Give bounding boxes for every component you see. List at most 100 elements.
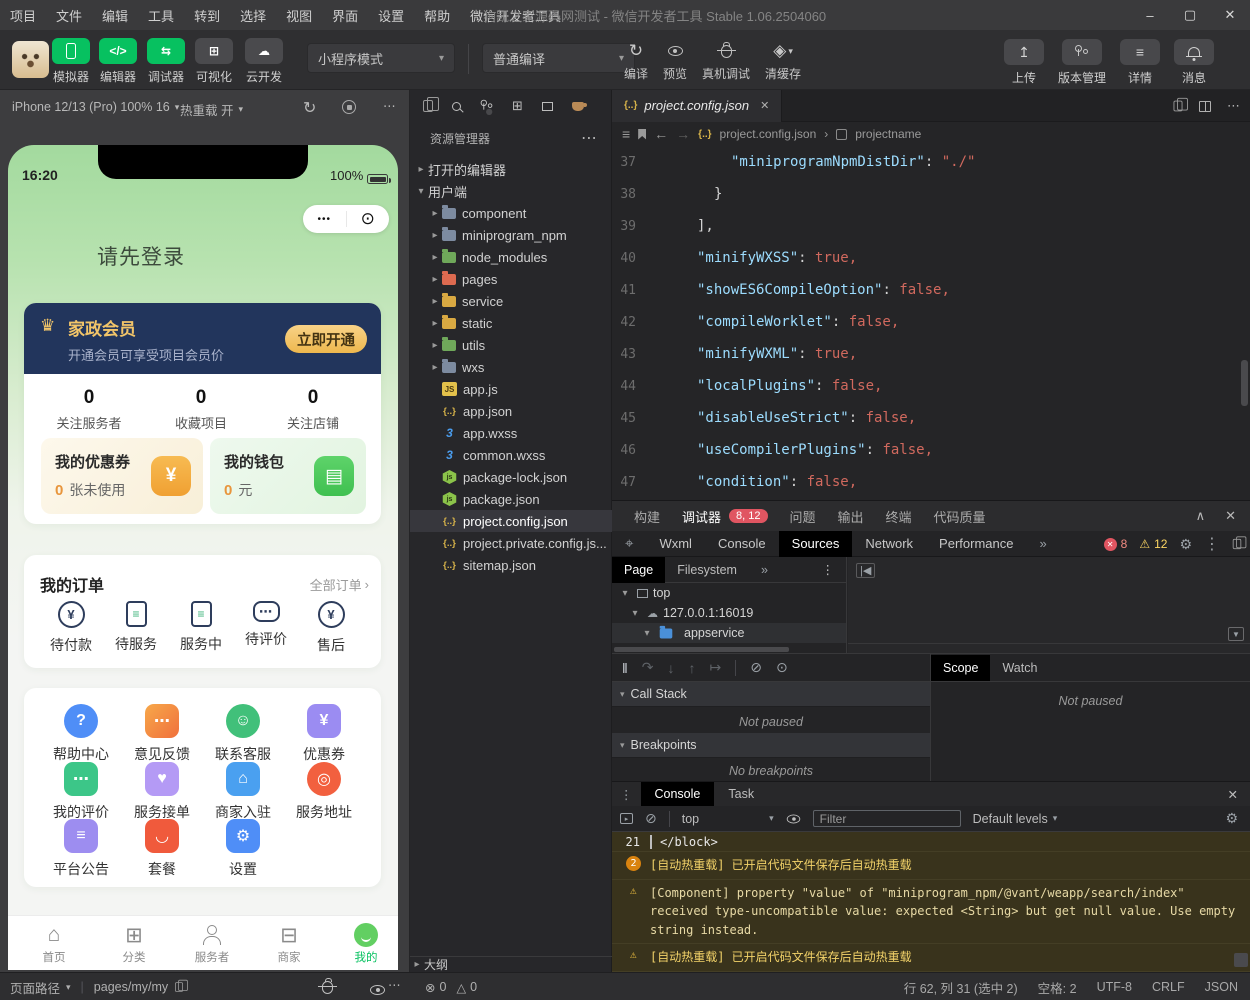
- open-file-icon[interactable]: [1173, 97, 1188, 112]
- order-pending-payment[interactable]: ¥ 待付款: [39, 601, 103, 655]
- git-icon[interactable]: [480, 99, 493, 113]
- menu-settings[interactable]: 设置: [368, 0, 414, 30]
- debugger-toggle-button[interactable]: ⇆ 调试器: [146, 38, 186, 85]
- messages-button[interactable]: 消息: [1174, 39, 1214, 86]
- tab-build[interactable]: 构建: [634, 507, 660, 526]
- stat-followed-shops[interactable]: 0 关注店铺: [263, 387, 363, 432]
- warning-count[interactable]: ⚠ 12: [1139, 537, 1167, 551]
- hot-reload-select[interactable]: 热重载 开 ▾: [180, 100, 243, 119]
- drawer-tab-console[interactable]: Console: [640, 781, 715, 807]
- details-button[interactable]: ≡ 详情: [1120, 39, 1160, 86]
- devtools-tab-network[interactable]: Network: [852, 531, 926, 557]
- file-sitemap-json[interactable]: {..} sitemap.json: [410, 554, 612, 576]
- tab-code-quality[interactable]: 代码质量: [934, 507, 986, 526]
- editor-toggle-button[interactable]: </> 编辑器: [98, 38, 138, 85]
- console-settings-icon[interactable]: ⚙: [1225, 810, 1250, 827]
- close-button[interactable]: ✕: [1210, 0, 1250, 30]
- maximize-button[interactable]: ▢: [1170, 0, 1210, 30]
- service-address[interactable]: ◎ 服务地址: [286, 762, 362, 822]
- copy-icon[interactable]: [175, 979, 188, 992]
- order-in-service[interactable]: ≡ 服务中: [169, 601, 233, 654]
- breakpoints-header[interactable]: ▾ Breakpoints: [612, 733, 930, 758]
- folder-pages[interactable]: ▸ pages: [410, 268, 612, 290]
- files-icon[interactable]: [423, 97, 439, 112]
- tab-mine[interactable]: 我的: [336, 922, 396, 965]
- clear-cache-button[interactable]: ◈ ▾ 清缓存: [765, 39, 801, 82]
- service-packages[interactable]: ◡ 套餐: [124, 819, 200, 879]
- devtools-tab-console[interactable]: Console: [705, 531, 779, 557]
- step-icon[interactable]: ↦: [710, 659, 722, 676]
- tab-home[interactable]: ⌂ 首页: [24, 922, 84, 965]
- encoding-setting[interactable]: UTF-8: [1097, 980, 1132, 994]
- menu-select[interactable]: 选择: [230, 0, 276, 30]
- file-project-config-json[interactable]: {..} project.config.json: [410, 510, 612, 532]
- login-prompt[interactable]: 请先登录: [97, 241, 185, 271]
- tab-output[interactable]: 输出: [838, 507, 864, 526]
- cloud-dev-button[interactable]: ☁ 云开发: [244, 38, 284, 85]
- menu-interface[interactable]: 界面: [322, 0, 368, 30]
- devtools-settings-icon[interactable]: ⚙: [1179, 536, 1192, 553]
- drawer-tab-task[interactable]: Task: [714, 782, 768, 807]
- service-my-reviews[interactable]: ⋯ 我的评价: [43, 762, 119, 822]
- expand-icon[interactable]: ▼: [1228, 627, 1244, 641]
- clear-console-icon[interactable]: ⊘: [645, 810, 657, 827]
- devtools-tab-performance[interactable]: Performance: [926, 531, 1026, 557]
- step-out-icon[interactable]: ↑: [689, 660, 696, 676]
- compile-mode-select[interactable]: 普通编译 ▾: [482, 43, 635, 73]
- window-icon[interactable]: [541, 101, 553, 111]
- folder-service[interactable]: ▸ service: [410, 290, 612, 312]
- folder-node-modules[interactable]: ▸ node_modules: [410, 246, 612, 268]
- close-panel-icon[interactable]: ✕: [1225, 508, 1236, 524]
- log-levels-select[interactable]: Default levels ▾: [973, 812, 1058, 826]
- console-message[interactable]: 2 [自动热重载] 已开启代码文件保存后自动热重载: [612, 852, 1250, 880]
- editor-scrollbar[interactable]: [1241, 360, 1248, 406]
- more-icon[interactable]: ⋯: [383, 98, 396, 113]
- version-control-button[interactable]: 版本管理: [1058, 39, 1106, 86]
- file-package-json[interactable]: js package.json: [410, 488, 612, 510]
- console-source-snippet[interactable]: 21 </block>: [612, 832, 1250, 852]
- tab-terminal[interactable]: 终端: [886, 507, 912, 526]
- pause-on-exceptions-icon[interactable]: ⊙: [776, 659, 788, 676]
- menu-view[interactable]: 视图: [276, 0, 322, 30]
- file-app-json[interactable]: {..} app.json: [410, 400, 612, 422]
- devtools-tab-sources[interactable]: Sources: [778, 530, 853, 557]
- menu-goto[interactable]: 转到: [184, 0, 230, 30]
- devtools-tab-wxml[interactable]: Wxml: [646, 531, 705, 557]
- more-icon[interactable]: ⋯: [581, 128, 597, 148]
- split-editor-icon[interactable]: [1199, 100, 1211, 112]
- tab-merchants[interactable]: ⊟ 商家: [259, 922, 319, 965]
- extensions-icon[interactable]: ⊞: [512, 98, 523, 114]
- horizontal-scrollbar[interactable]: [614, 647, 789, 652]
- service-coupons[interactable]: ¥ 优惠券: [286, 704, 362, 764]
- menu-file[interactable]: 文件: [46, 0, 92, 30]
- simulator-toggle-button[interactable]: 模拟器: [51, 38, 91, 85]
- more-icon[interactable]: ⋮: [612, 787, 641, 802]
- problems-summary[interactable]: ⊗ 0 △ 0: [425, 973, 477, 1000]
- tree-item-top[interactable]: ▾ top: [612, 583, 846, 603]
- collapse-panel-icon[interactable]: ∧: [1196, 508, 1206, 524]
- folder-miniprogram-npm[interactable]: ▸ miniprogram_npm: [410, 224, 612, 246]
- tree-item-appservice[interactable]: ▾ appservice: [612, 623, 846, 643]
- code-area[interactable]: 37 "miniprogramNpmDistDir": "./" 38} 39],…: [612, 146, 1250, 500]
- stop-icon[interactable]: [342, 100, 356, 114]
- all-orders-link[interactable]: 全部订单 ›: [310, 575, 369, 594]
- file-project-private-config[interactable]: {..} project.private.config.js...: [410, 532, 612, 554]
- more-icon[interactable]: ⋮: [810, 557, 847, 583]
- device-select[interactable]: iPhone 12/13 (Pro) 100% 16 ▾: [12, 100, 179, 114]
- user-avatar[interactable]: [12, 41, 49, 78]
- order-after-sale[interactable]: ¥ 售后: [299, 601, 363, 655]
- deactivate-breakpoints-icon[interactable]: ⊘: [750, 659, 762, 676]
- open-editors-section[interactable]: ▸ 打开的编辑器: [410, 158, 612, 180]
- capsule-target-icon[interactable]: ⊙: [347, 209, 390, 229]
- tab-workers[interactable]: 服务者: [182, 922, 242, 965]
- mode-select[interactable]: 小程序模式 ▾: [307, 43, 455, 73]
- folder-wxs[interactable]: ▸ wxs: [410, 356, 612, 378]
- error-count[interactable]: ✕ 8: [1103, 537, 1127, 551]
- file-app-js[interactable]: JS app.js: [410, 378, 612, 400]
- console-message[interactable]: ⚠ [Component] property "value" of "minip…: [612, 879, 1250, 945]
- service-merchant-join[interactable]: ⌂ 商家入驻: [205, 762, 281, 822]
- sources-tab-page[interactable]: Page: [612, 556, 666, 583]
- console-sidebar-icon[interactable]: ▸: [620, 813, 633, 824]
- menu-tools[interactable]: 工具: [138, 0, 184, 30]
- console-filter-input[interactable]: [812, 810, 961, 827]
